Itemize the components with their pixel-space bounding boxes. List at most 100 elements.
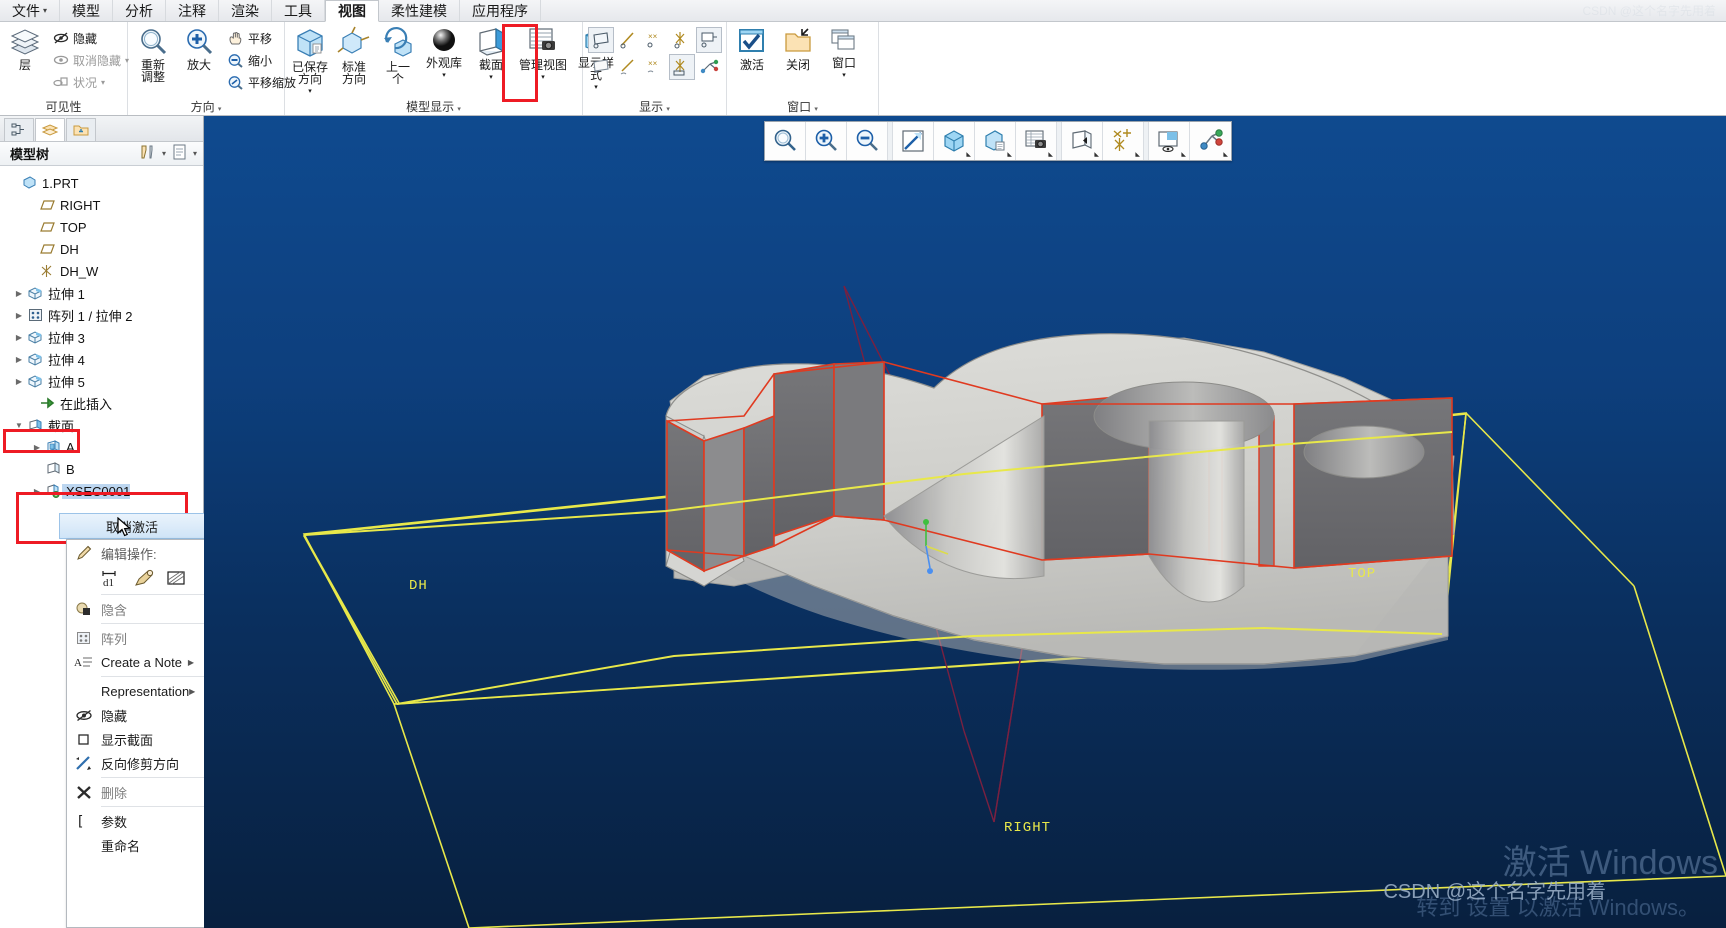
section-button[interactable]: ◣ [1062, 122, 1103, 160]
dropdown-triangle-icon[interactable]: ◣ [1181, 151, 1186, 158]
standard-orientation-button[interactable]: ◣ [975, 122, 1016, 160]
menu-item-flip-trim-direction[interactable]: 反向修剪方向 [67, 751, 204, 775]
dropdown-triangle-icon[interactable]: ◣ [1007, 151, 1012, 158]
appearance-gallery-button[interactable]: 外观库 ▾ [420, 24, 468, 82]
ribbon-tab-applications[interactable]: 应用程序 [460, 0, 542, 21]
graphics-toolbar[interactable]: ◣ ◣ ◣ ◣ ◣ ◣ ◣ [764, 121, 1232, 161]
point-display-toggle[interactable]: ×× [642, 27, 668, 53]
ribbon-tab-model[interactable]: 模型 [60, 0, 114, 21]
edit-dimension-icon[interactable]: d1 [101, 568, 123, 591]
deactivate-menu-item[interactable]: 取消激活 [59, 513, 205, 539]
point-tag-toggle[interactable]: ×× [642, 54, 668, 80]
tree-expand-arrow[interactable]: ▶ [30, 443, 44, 452]
tree-item-dh-plane[interactable]: DH [0, 238, 203, 260]
ribbon-tab-flexible-modeling[interactable]: 柔性建模 [379, 0, 461, 21]
refit-button[interactable] [893, 122, 934, 160]
tree-item-xsec0001[interactable]: ▶ XSEC0001 [0, 480, 203, 502]
graphics-viewport[interactable]: DH TOP RIGHT ◣ ◣ ◣ ◣ ◣ ◣ ◣ 激活 Windows 转到… [204, 116, 1726, 928]
ribbon-tab-analysis[interactable]: 分析 [113, 0, 167, 21]
dropdown-triangle-icon[interactable]: ◣ [1048, 151, 1053, 158]
plane-display-toggle[interactable] [587, 27, 614, 53]
tree-item-section-b[interactable]: B [0, 458, 203, 480]
dropdown-triangle-icon[interactable]: ◣ [1094, 151, 1099, 158]
tree-item-pattern-1[interactable]: ▶ 阵列 1 / 拉伸 2 [0, 304, 203, 326]
menu-item-parameters[interactable]: [ ] 参数 [67, 809, 204, 833]
model-tree-tab[interactable] [4, 118, 34, 141]
menu-item-suppress[interactable]: 隐含 [67, 597, 204, 621]
dropdown-triangle-icon[interactable]: ◣ [966, 151, 971, 158]
windows-button[interactable]: 窗口 ▾ [822, 24, 866, 82]
section-button[interactable]: 截面 ▾ [468, 24, 514, 84]
tree-item-insert-here[interactable]: 在此插入 [0, 392, 203, 414]
standard-orientation-button[interactable]: 标准 方向 [332, 24, 376, 85]
tree-item-extrude-1[interactable]: ▶ 拉伸 1 [0, 282, 203, 304]
appearance-button[interactable]: ◣ [1190, 122, 1231, 160]
axis-tag-toggle[interactable] [615, 54, 641, 80]
tree-expand-arrow[interactable]: ▶ [12, 377, 26, 386]
folder-browser-tab[interactable] [66, 118, 96, 141]
activate-button[interactable]: 激活 [730, 24, 774, 71]
zoom-out-button[interactable] [847, 122, 888, 160]
menu-item-show-section[interactable]: 显示截面 [67, 727, 204, 751]
edit-definition-icon[interactable] [133, 568, 155, 591]
menu-item-delete[interactable]: 删除 [67, 780, 204, 804]
plane-tag-toggle[interactable] [588, 54, 614, 80]
tree-item-part[interactable]: 1.PRT [0, 172, 203, 194]
tree-item-right-plane[interactable]: RIGHT [0, 194, 203, 216]
settings-tools-icon[interactable] [139, 144, 156, 163]
csys-tag-toggle[interactable] [668, 54, 695, 80]
tree-expand-arrow[interactable]: ▶ [12, 333, 26, 342]
tree-item-section-a[interactable]: ▶ A [0, 436, 203, 458]
menu-item-rename[interactable]: 重命名 [67, 833, 204, 857]
tree-item-extrude-3[interactable]: ▶ 拉伸 3 [0, 326, 203, 348]
chevron-down-icon[interactable]: ▾ [162, 149, 166, 158]
tree-collapse-arrow[interactable]: ▼ [12, 421, 26, 430]
ribbon-group-title: 显示 ▾ [586, 100, 723, 115]
ribbon-tab-annotate[interactable]: 注释 [166, 0, 220, 21]
zoom-in-button[interactable]: 放大 [177, 24, 221, 71]
tree-item-dh-w-csys[interactable]: DH_W [0, 260, 203, 282]
hide-button[interactable]: 隐藏 [49, 27, 133, 49]
tree-item-top-plane[interactable]: TOP [0, 216, 203, 238]
display-style-button[interactable]: ◣ [1149, 122, 1190, 160]
status-button[interactable]: 状况 ▾ [49, 71, 133, 93]
dropdown-triangle-icon[interactable]: ◣ [1223, 151, 1228, 158]
ribbon-tab-view[interactable]: 视图 [325, 0, 380, 22]
menu-item-pattern[interactable]: 阵列 [67, 626, 204, 650]
annotation-display-toggle[interactable] [695, 27, 722, 53]
unhide-button[interactable]: 取消隐藏 ▾ [49, 49, 133, 71]
feature-context-menu[interactable]: 编辑操作: d1 隐含 阵列 A Create a Note ▶ Represe… [66, 539, 205, 928]
zoom-region-button[interactable] [765, 122, 806, 160]
previous-view-button[interactable]: 上一 个 [376, 24, 420, 85]
display-filter-icon[interactable] [172, 144, 187, 163]
ribbon-tab-render[interactable]: 渲染 [219, 0, 273, 21]
spline-display-toggle[interactable] [696, 54, 722, 80]
tree-item-sections-folder[interactable]: ▼ 截面 [0, 414, 203, 436]
saved-orientation-button[interactable]: 已保存 方向 ▾ [288, 24, 332, 98]
manage-views-button[interactable]: 管理视图 ▾ [514, 24, 572, 84]
close-button[interactable]: 关闭 [776, 24, 820, 71]
axis-display-toggle[interactable] [615, 27, 641, 53]
chevron-down-icon[interactable]: ▾ [193, 149, 197, 158]
tree-expand-arrow[interactable]: ▶ [12, 355, 26, 364]
menu-item-hide[interactable]: 隐藏 [67, 703, 204, 727]
layers-button[interactable]: 层 [3, 24, 47, 71]
ribbon-tab-tools[interactable]: 工具 [272, 0, 326, 21]
menu-item-create-a-note[interactable]: A Create a Note ▶ [67, 650, 204, 674]
csys-display-toggle[interactable] [669, 27, 695, 53]
ribbon-tab-file[interactable]: 文件 ▾ [0, 0, 61, 21]
tree-expand-arrow[interactable]: ▶ [12, 289, 26, 298]
tree-expand-arrow[interactable]: ▶ [12, 311, 26, 320]
tree-item-extrude-5[interactable]: ▶ 拉伸 5 [0, 370, 203, 392]
manage-views-button[interactable]: ◣ [1016, 122, 1057, 160]
refit-button[interactable]: 重新 调整 [131, 24, 175, 83]
dropdown-triangle-icon[interactable]: ◣ [1135, 151, 1140, 158]
tree-expand-arrow[interactable]: ▶ [30, 487, 44, 496]
zoom-in-button[interactable] [806, 122, 847, 160]
edit-references-icon[interactable] [165, 568, 187, 591]
layer-tree-tab[interactable] [35, 118, 65, 141]
menu-item-representation[interactable]: Representation ▶ [67, 679, 204, 703]
saved-orientation-button[interactable]: ◣ [934, 122, 975, 160]
datum-display-button[interactable]: ◣ [1103, 122, 1144, 160]
tree-item-extrude-4[interactable]: ▶ 拉伸 4 [0, 348, 203, 370]
